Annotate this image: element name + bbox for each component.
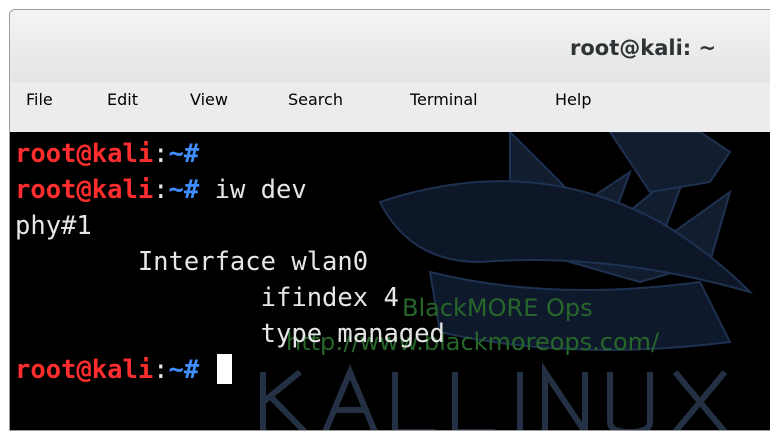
output-line: type managed [15, 319, 445, 349]
menu-view[interactable]: View [190, 90, 228, 109]
window-title: root@kali: ~ [570, 36, 717, 60]
menu-terminal[interactable]: Terminal [410, 90, 478, 109]
terminal-line: root@kali:~# [15, 352, 232, 388]
terminal-area[interactable]: BlackMORE Ops http://www.blackmoreops.co… [10, 132, 770, 430]
terminal-window: root@kali: ~ File Edit View Search Termi… [9, 9, 770, 431]
command-text [199, 355, 214, 385]
text-cursor [216, 354, 232, 384]
prompt-path: ~# [168, 175, 200, 205]
prompt-path: ~# [168, 139, 200, 169]
menu-file[interactable]: File [26, 90, 53, 109]
prompt-user: root@kali [15, 139, 154, 169]
prompt-user: root@kali [15, 175, 154, 205]
output-line: phy#1 [15, 211, 92, 241]
prompt-separator: : [153, 175, 169, 205]
prompt-separator: : [153, 139, 169, 169]
prompt-user: root@kali [15, 355, 154, 385]
title-bar[interactable]: root@kali: ~ [10, 10, 770, 82]
command-text: iw dev [199, 175, 307, 205]
prompt-path: ~# [168, 355, 200, 385]
terminal-line: root@kali:~# [15, 136, 199, 172]
menu-search[interactable]: Search [288, 90, 343, 109]
prompt-separator: : [153, 355, 169, 385]
menu-edit[interactable]: Edit [107, 90, 138, 109]
terminal-line: root@kali:~# iw dev [15, 172, 307, 208]
output-line: Interface wlan0 [15, 247, 369, 277]
menu-help[interactable]: Help [555, 90, 591, 109]
output-line: ifindex 4 [15, 283, 399, 313]
